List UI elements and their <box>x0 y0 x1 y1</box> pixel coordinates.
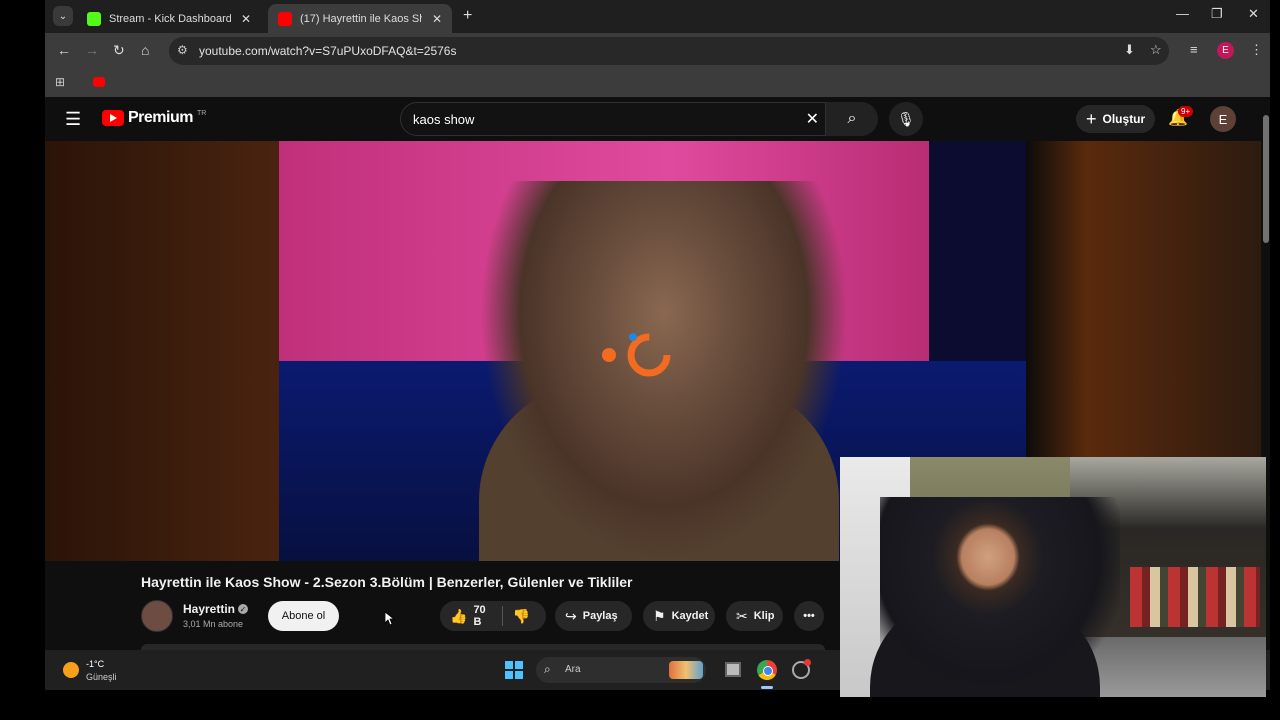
windows-start-icon[interactable] <box>505 661 523 679</box>
plus-icon: + <box>1086 108 1097 129</box>
task-view-icon[interactable] <box>725 662 741 677</box>
taskbar-search-label: Ara <box>565 664 581 675</box>
media-controls-icon[interactable]: ≡ <box>1190 42 1198 57</box>
youtube-bookmark-icon[interactable] <box>93 77 105 87</box>
like-count[interactable]: 70 B <box>473 604 489 628</box>
create-button[interactable]: + Oluştur <box>1076 105 1156 133</box>
streamer-figure <box>880 497 1120 697</box>
profile-initial: E <box>1222 45 1229 56</box>
search-button[interactable]: ⌕ <box>826 102 878 136</box>
channel-name[interactable]: Hayrettin <box>183 602 235 616</box>
back-button[interactable]: ← <box>57 42 71 58</box>
chevron-down-icon: ⌄ <box>58 10 68 22</box>
forward-button[interactable]: → <box>85 42 99 58</box>
kick-icon <box>87 11 101 26</box>
weather-description[interactable]: Güneşli <box>86 672 117 682</box>
bookmark-icon: ⚑ <box>653 607 666 624</box>
video-title: Hayrettin ile Kaos Show - 2.Sezon 3.Bölü… <box>141 574 633 590</box>
new-tab-button[interactable]: + <box>463 7 472 25</box>
clip-label: Klip <box>753 610 775 622</box>
create-label: Oluştur <box>1102 112 1146 126</box>
search-box[interactable]: kaos show ✕ <box>400 102 826 136</box>
browser-window: ⌄ Stream - Kick Dashboard ✕ (17) Hayrett… <box>45 0 1270 97</box>
menu-kebab-icon[interactable]: ⋮ <box>1250 42 1263 58</box>
logo-text: Premium <box>128 109 193 126</box>
scrollbar-thumb[interactable] <box>1263 115 1269 243</box>
clear-search-icon[interactable]: ✕ <box>806 109 819 129</box>
notification-dot <box>804 659 811 666</box>
maximize-button[interactable]: ❐ <box>1211 6 1223 22</box>
site-info-icon[interactable]: ⚙ <box>177 43 188 57</box>
subscriber-count: 3,01 Mn abone <box>183 619 244 629</box>
profile-avatar[interactable]: E <box>1217 42 1234 59</box>
tab-bar: ⌄ Stream - Kick Dashboard ✕ (17) Hayrett… <box>45 0 1270 33</box>
save-label: Kaydet <box>671 610 709 622</box>
loading-spinner-icon <box>602 333 671 377</box>
taskbar-search[interactable]: ⌕ Ara <box>536 657 706 683</box>
more-actions-button[interactable]: ••• <box>794 601 824 631</box>
tab-search-button[interactable]: ⌄ <box>53 6 73 26</box>
bookmarks-bar: ⊞ <box>45 69 1270 97</box>
share-button[interactable]: ↪ Paylaş <box>555 601 632 631</box>
subscribe-button[interactable]: Abone ol <box>268 601 339 631</box>
minimize-button[interactable]: — <box>1176 6 1189 21</box>
voice-search-button[interactable]: 🎙 <box>889 102 923 136</box>
close-icon[interactable]: ✕ <box>432 12 442 26</box>
microphone-icon: 🎙 <box>897 110 915 127</box>
install-app-icon[interactable]: ⬇ <box>1124 42 1135 58</box>
chrome-taskbar-icon[interactable] <box>757 660 777 680</box>
like-dislike-group: 👍 70 B 👎 <box>440 601 546 631</box>
search-icon: ⌕ <box>847 110 857 127</box>
address-bar[interactable]: ⚙ youtube.com/watch?v=S7uPUxoDFAQ&t=2576… <box>169 37 1169 65</box>
bottles-shelf <box>1130 567 1260 627</box>
more-horizontal-icon: ••• <box>803 610 815 622</box>
divider <box>501 606 503 626</box>
webcam-overlay <box>840 457 1266 697</box>
notification-badge: 9+ <box>1178 106 1194 117</box>
tab-title: Stream - Kick Dashboard <box>109 12 231 25</box>
window-close-button[interactable]: ✕ <box>1248 6 1259 22</box>
channel-avatar[interactable] <box>141 600 173 632</box>
youtube-premium-logo[interactable]: Premium TR <box>102 109 206 127</box>
tab-kick-dashboard[interactable]: Stream - Kick Dashboard ✕ <box>77 4 261 33</box>
clip-button[interactable]: ✂ Klip <box>726 601 783 631</box>
thumbs-down-icon[interactable]: 👎 <box>513 608 530 625</box>
close-icon[interactable]: ✕ <box>241 12 251 26</box>
country-code: TR <box>196 109 207 117</box>
save-button[interactable]: ⚑ Kaydet <box>643 601 715 631</box>
bookmark-star-icon[interactable]: ☆ <box>1150 42 1162 58</box>
temperature[interactable]: -1°C <box>86 659 104 669</box>
sun-icon[interactable] <box>63 662 79 678</box>
scissors-icon: ✂ <box>736 607 748 624</box>
verified-check-icon: ✓ <box>238 604 248 614</box>
share-label: Paylaş <box>582 610 618 622</box>
browser-toolbar: ← → ↻ ⌂ ⚙ youtube.com/watch?v=S7uPUxoDFA… <box>45 33 1270 69</box>
tab-title: (17) Hayrettin ile Kaos Show - 2 <box>300 12 422 25</box>
youtube-play-icon <box>102 110 124 126</box>
share-icon: ↪ <box>565 607 577 624</box>
apps-grid-icon[interactable]: ⊞ <box>55 75 65 89</box>
url-text[interactable]: youtube.com/watch?v=S7uPUxoDFAQ&t=2576s <box>199 44 456 58</box>
hamburger-menu-icon[interactable]: ☰ <box>65 109 81 130</box>
reload-button[interactable]: ↻ <box>113 42 125 59</box>
app-taskbar-icon[interactable] <box>792 659 811 679</box>
avatar-initial: E <box>1218 111 1228 127</box>
home-button[interactable]: ⌂ <box>141 42 149 58</box>
tab-youtube[interactable]: (17) Hayrettin ile Kaos Show - 2 ✕ <box>268 4 452 33</box>
masthead: ☰ Premium TR kaos show ✕ ⌕ 🎙 + Oluştur 🔔… <box>45 97 1270 141</box>
active-app-indicator <box>761 686 773 689</box>
thumbs-up-icon[interactable]: 👍 <box>450 608 467 625</box>
search-icon: ⌕ <box>544 662 551 676</box>
search-input[interactable]: kaos show <box>413 112 474 127</box>
account-avatar[interactable]: E <box>1210 106 1236 132</box>
mouse-cursor-icon <box>385 612 395 626</box>
search-highlight-image <box>669 661 703 679</box>
youtube-icon <box>278 11 292 26</box>
